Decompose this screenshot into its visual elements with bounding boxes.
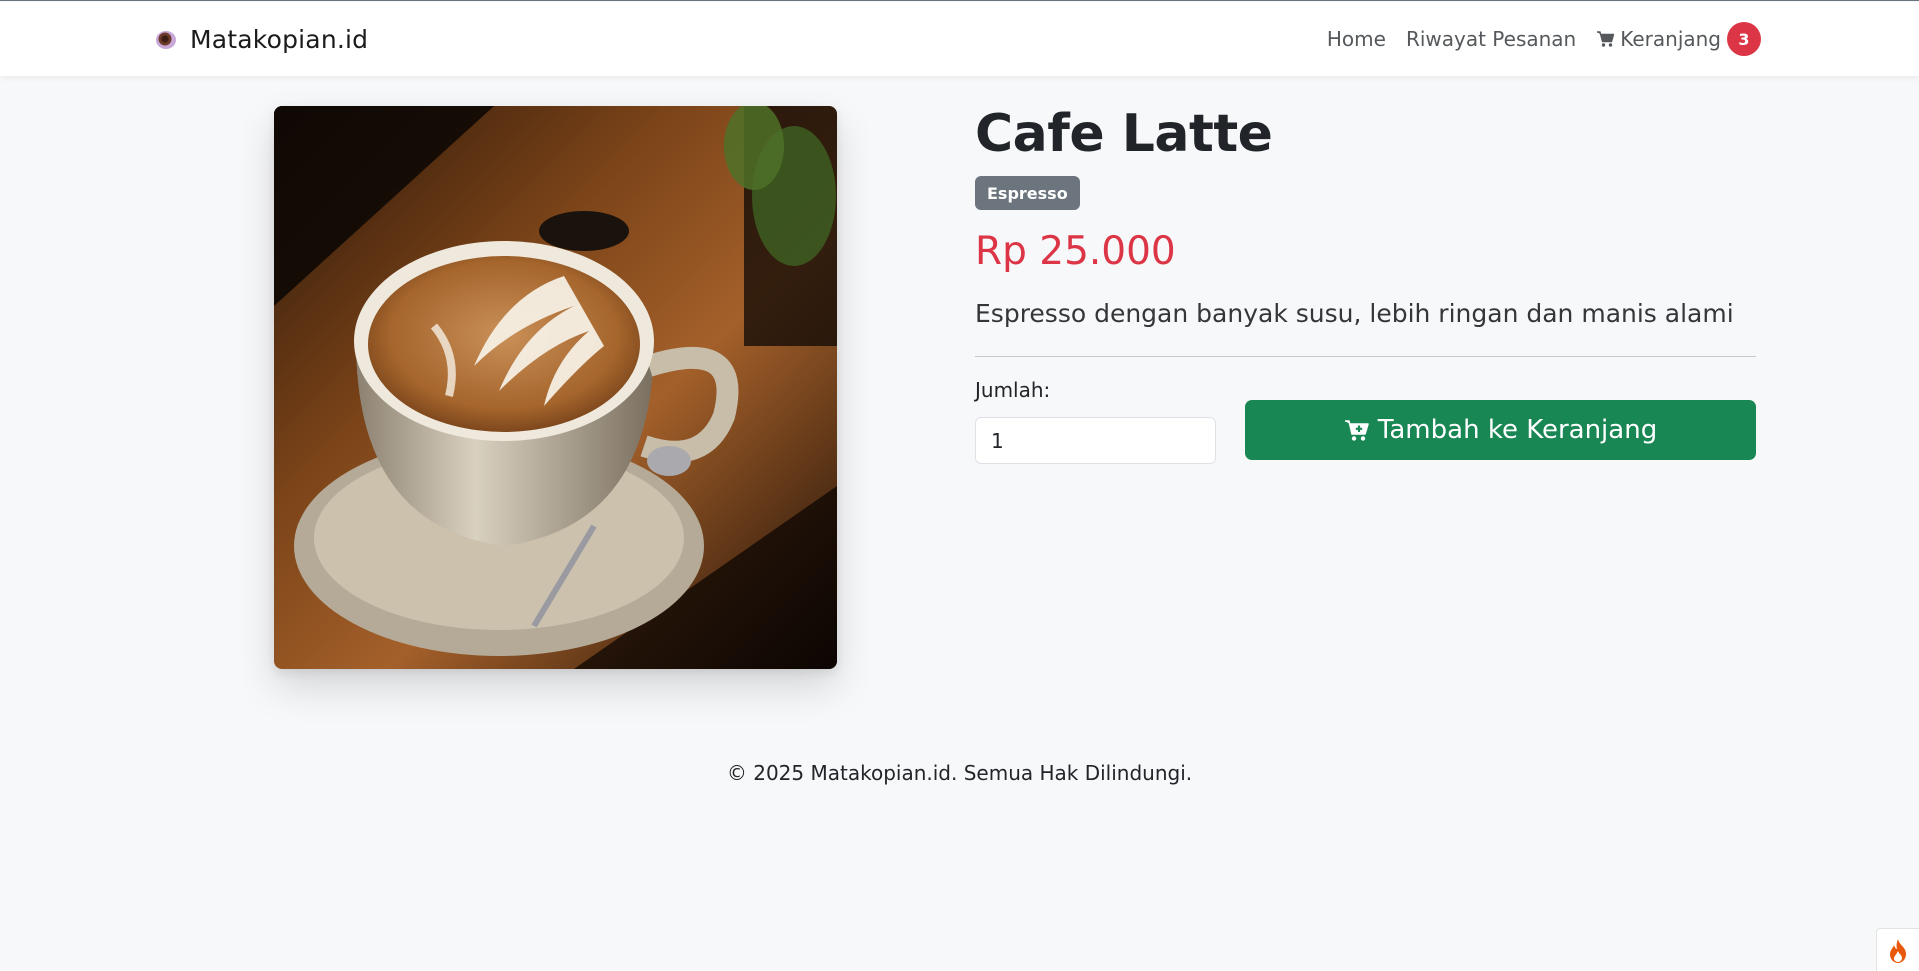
nav-links: Home Riwayat Pesanan Keranjang 3 [1327, 20, 1761, 58]
nav-link-order-history[interactable]: Riwayat Pesanan [1406, 27, 1576, 51]
cart-plus-icon [1344, 420, 1369, 441]
footer-copyright: © 2025 Matakopian.id. Semua Hak Dilindun… [726, 761, 1193, 785]
add-to-cart-label: Tambah ke Keranjang [1377, 415, 1658, 445]
navbar: Matakopian.id Home Riwayat Pesanan Keran… [0, 2, 1919, 76]
quantity-label: Jumlah: [975, 378, 1051, 402]
product-title: Cafe Latte [975, 104, 1273, 164]
latte-art-image [274, 106, 837, 669]
flame-icon [1890, 938, 1906, 963]
cart-label: Keranjang [1620, 27, 1721, 51]
corner-widget[interactable] [1876, 928, 1919, 971]
cart-count-badge: 3 [1727, 22, 1761, 56]
add-to-cart-button[interactable]: Tambah ke Keranjang [1245, 400, 1756, 460]
product-image [274, 106, 837, 669]
coffee-cup-icon [156, 31, 176, 49]
product-description: Espresso dengan banyak susu, lebih ringa… [975, 299, 1734, 328]
divider [975, 356, 1756, 357]
nav-link-cart[interactable]: Keranjang 3 [1596, 22, 1761, 56]
category-badge: Espresso [975, 176, 1080, 210]
nav-link-home[interactable]: Home [1327, 27, 1386, 51]
brand-name: Matakopian.id [190, 24, 369, 54]
brand-link[interactable]: Matakopian.id [154, 22, 368, 56]
quantity-input[interactable] [975, 417, 1216, 464]
shopping-cart-icon [1597, 31, 1615, 47]
product-price: Rp 25.000 [975, 229, 1176, 274]
